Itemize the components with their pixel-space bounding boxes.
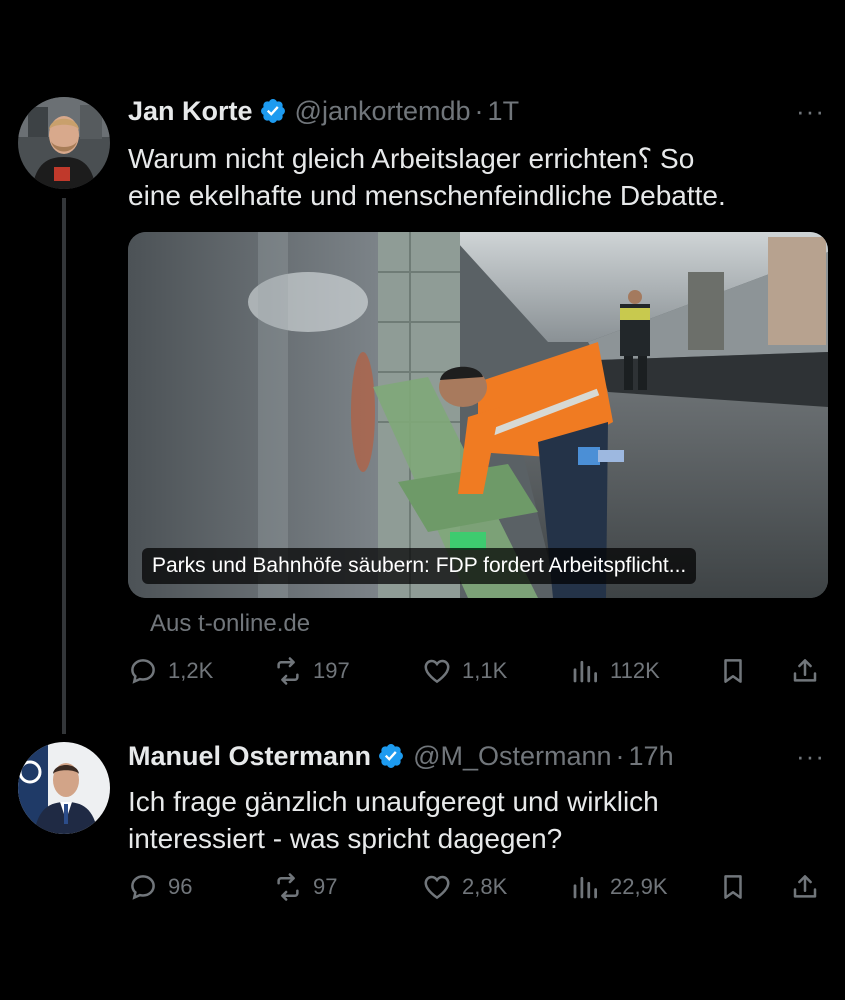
bookmark-button[interactable]: [718, 872, 748, 902]
tweet-text-line: Ich frage gänzlich unaufgeregt und wirkl…: [128, 786, 659, 817]
tweet-text-line: interessiert - was spricht dagegen?: [128, 823, 563, 854]
views-button[interactable]: 22,9K: [570, 872, 668, 902]
verified-badge-icon: [377, 742, 405, 770]
tweet-text: Ich frage gänzlich unaufgeregt und wirkl…: [128, 783, 818, 857]
reply-count: 96: [168, 874, 193, 899]
author-name[interactable]: Manuel Ostermann: [128, 741, 371, 772]
share-icon: [790, 872, 820, 902]
separator-dot: ·: [615, 740, 625, 771]
view-count: 22,9K: [610, 874, 668, 899]
share-button[interactable]: [790, 872, 820, 902]
timestamp[interactable]: 17h: [629, 741, 674, 772]
avatar[interactable]: [18, 742, 110, 834]
reply-icon: [128, 872, 158, 902]
like-count: 2,8K: [462, 874, 508, 899]
action-bar: 96 97 2,8K 22,9K: [128, 872, 828, 912]
tweet-manuel-ostermann[interactable]: Manuel Ostermann @M_Ostermann · 17h ··· …: [0, 0, 845, 1000]
views-chart-icon: [570, 872, 600, 902]
heart-icon: [422, 872, 452, 902]
author-handle[interactable]: @M_Ostermann: [413, 741, 611, 772]
retweet-icon: [273, 872, 303, 902]
like-button[interactable]: 2,8K: [422, 872, 507, 902]
bookmark-icon: [718, 872, 748, 902]
retweet-count: 97: [313, 874, 338, 899]
more-options-icon[interactable]: ···: [796, 741, 825, 772]
retweet-button[interactable]: 97: [273, 872, 337, 902]
reply-button[interactable]: 96: [128, 872, 192, 902]
tweet-header: Manuel Ostermann @M_Ostermann · 17h: [128, 738, 674, 774]
